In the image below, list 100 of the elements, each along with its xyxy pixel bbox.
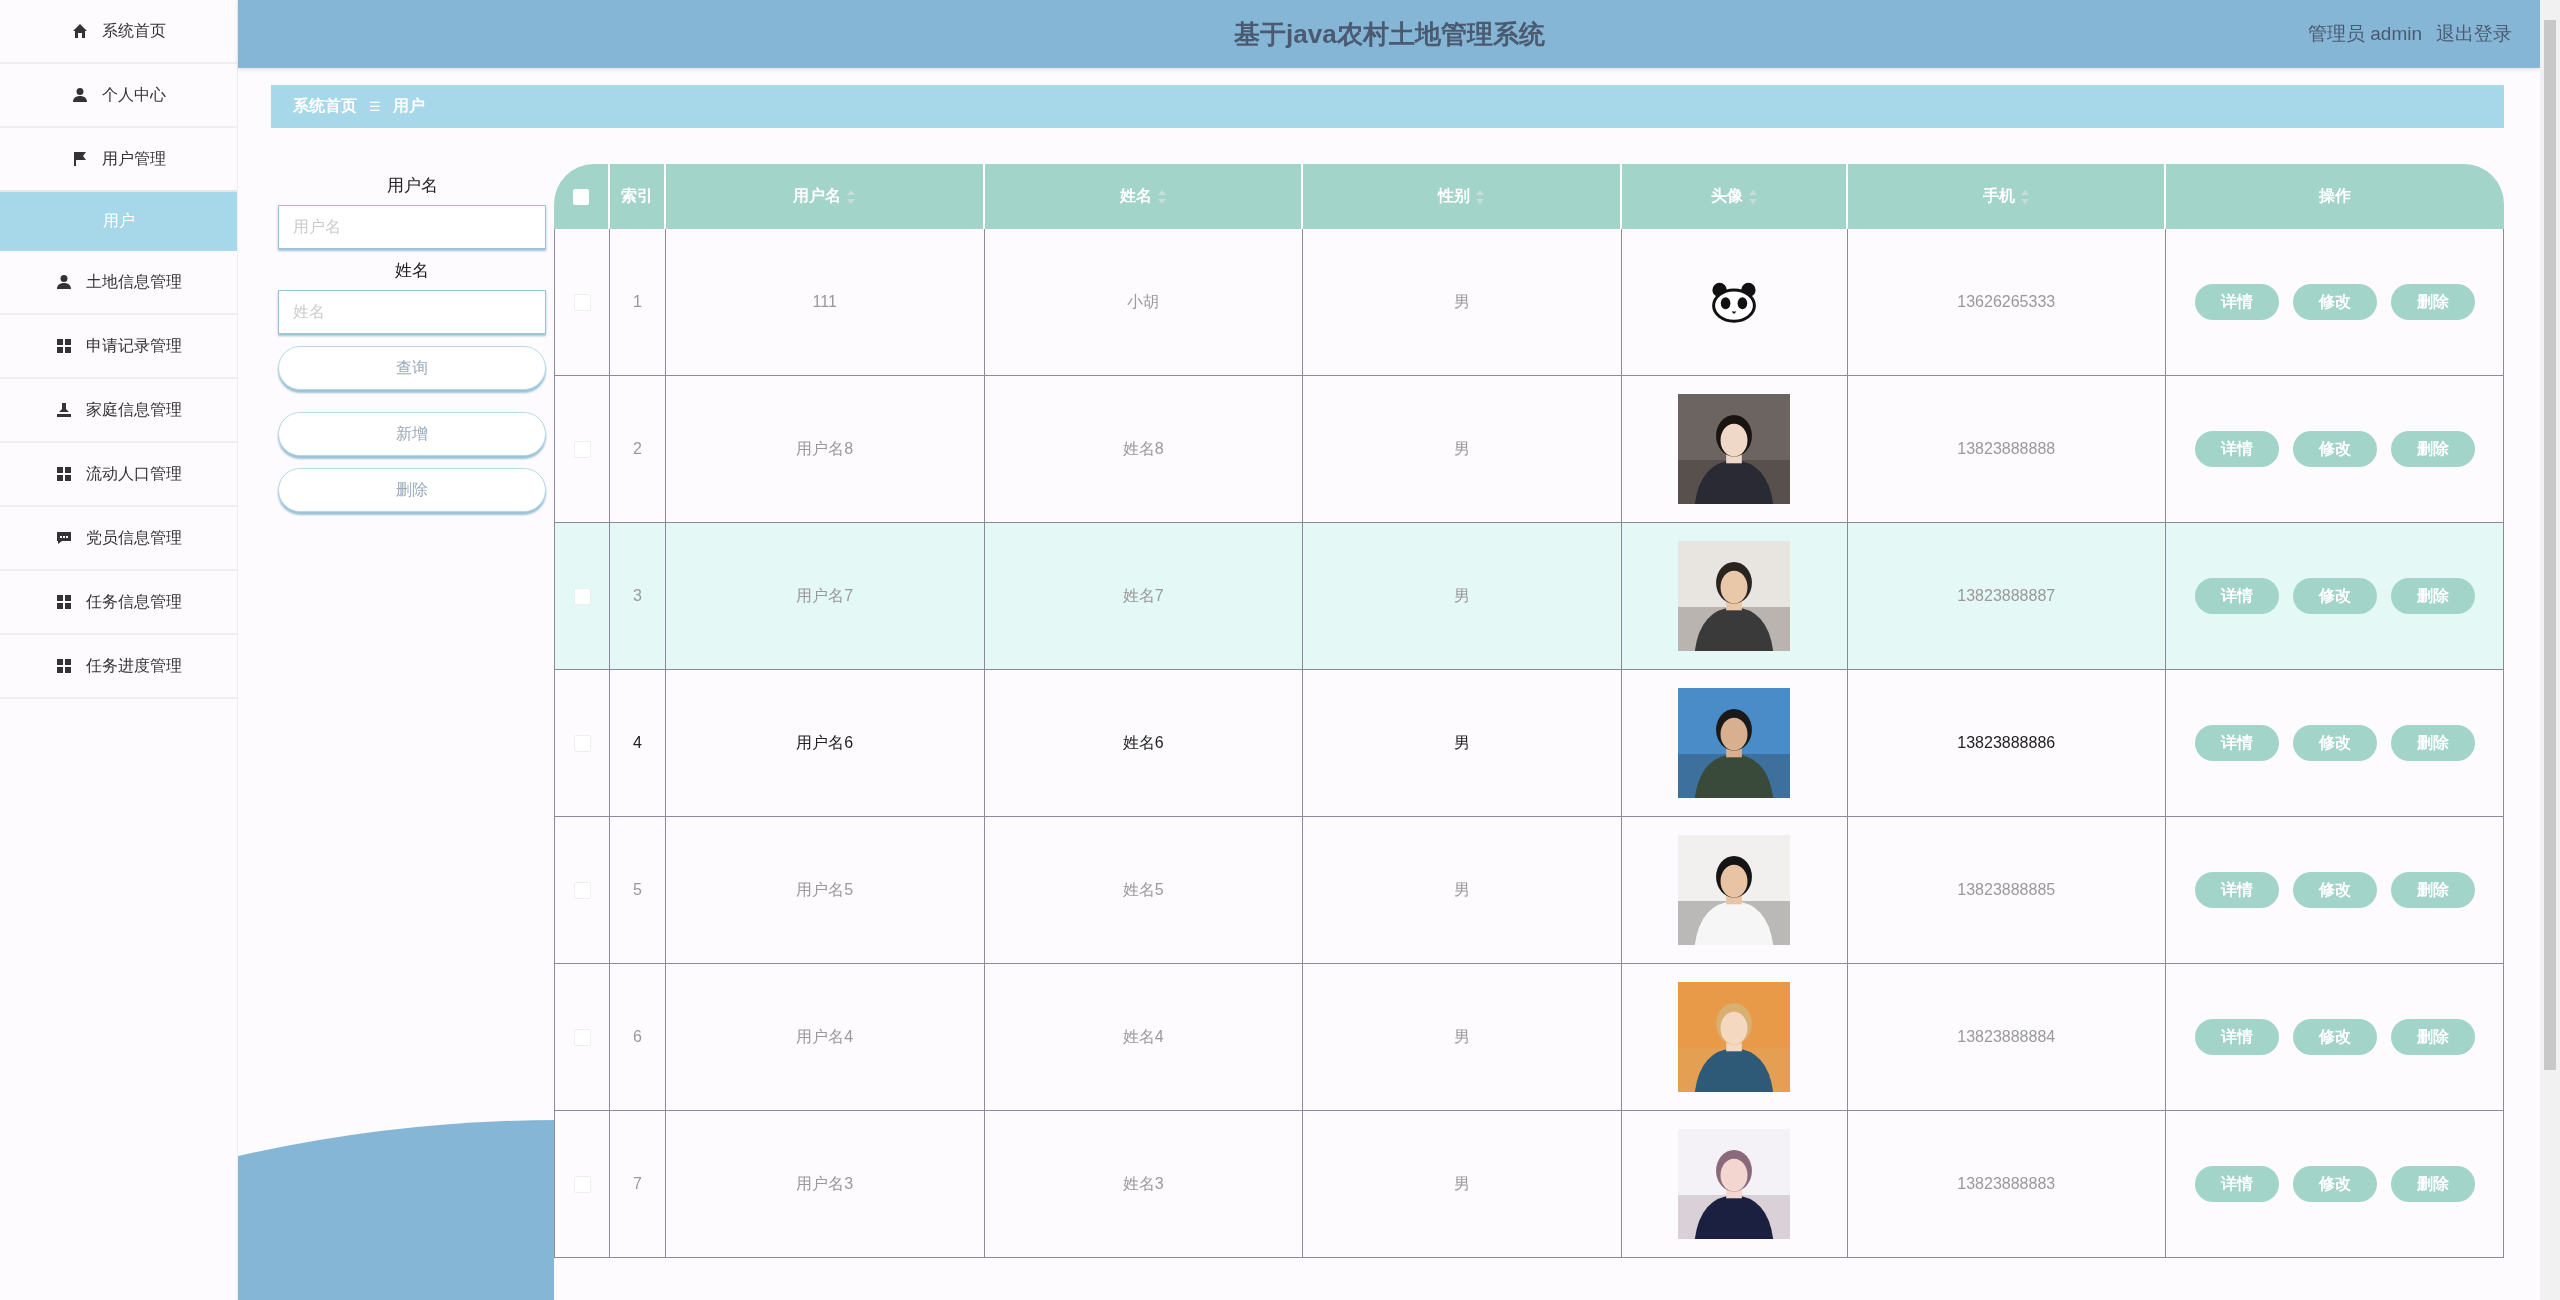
row-action-button[interactable]: 修改: [2292, 578, 2377, 614]
table-cell: 13823888885: [1957, 881, 2056, 899]
row-action-button[interactable]: 删除: [2390, 725, 2475, 761]
row-action-button[interactable]: 修改: [2292, 284, 2377, 320]
row-action-button[interactable]: 删除: [2390, 872, 2475, 908]
column-header-label: 手机: [1982, 186, 2015, 206]
table-cell-text: 姓名5: [1122, 879, 1164, 900]
person-icon: [55, 274, 72, 290]
table-cell-text: 姓名6: [1122, 732, 1164, 753]
menu-item[interactable]: 流动人口管理: [0, 443, 237, 507]
row-action-button[interactable]: 详情: [2194, 1166, 2279, 1202]
table-cell-text: 姓名4: [1122, 1026, 1164, 1047]
column-header-cell[interactable]: 性别: [1303, 164, 1622, 229]
row-action-button[interactable]: 修改: [2292, 431, 2377, 467]
scrollbar[interactable]: [2540, 0, 2560, 1300]
stamp-icon: [55, 402, 72, 418]
table-cell-text: 用户名3: [796, 1173, 854, 1194]
row-action-button[interactable]: 详情: [2194, 284, 2279, 320]
menu-item[interactable]: 个人中心: [0, 64, 237, 128]
flag-icon: [71, 151, 88, 167]
table-cell-text: 男: [1453, 291, 1470, 312]
field-label: 姓名: [394, 260, 430, 282]
breadcrumb-separator: ☰: [369, 99, 381, 114]
table-row[interactable]: 4 用户名6 姓名6 男 13823888886 详情 修改 删除: [554, 670, 2504, 817]
logout-link[interactable]: 退出登录: [2436, 21, 2512, 47]
column-header-label: 头像: [1710, 186, 1743, 206]
menu-item[interactable]: 党员信息管理: [0, 507, 237, 571]
column-header-cell[interactable]: 索引: [610, 164, 666, 229]
column-header-label: 用户名: [793, 186, 842, 206]
row-action-button[interactable]: 删除: [2390, 431, 2475, 467]
checkbox[interactable]: [573, 188, 589, 205]
column-header-cell[interactable]: 用户名: [666, 164, 985, 229]
column-header-cell[interactable]: 头像: [1621, 164, 1848, 229]
table-cell-text: 姓名8: [1122, 438, 1164, 459]
table-row[interactable]: 5 用户名5 姓名5 男 13823888885 详情 修改 删除: [554, 817, 2504, 964]
grid-icon: [55, 594, 72, 610]
sort-icon[interactable]: [2020, 189, 2029, 204]
action-button[interactable]: 删除: [278, 468, 546, 512]
row-action-button[interactable]: 详情: [2194, 578, 2279, 614]
table-cell: 13823888884: [1957, 1028, 2056, 1046]
table-cell: 13823888883: [1957, 1175, 2056, 1193]
column-header-cell[interactable]: 姓名: [984, 164, 1303, 229]
row-action-button[interactable]: 修改: [2292, 872, 2377, 908]
table-cell: 4: [633, 734, 642, 752]
table-cell-text: 男: [1453, 438, 1470, 459]
menu-item[interactable]: 家庭信息管理: [0, 379, 237, 443]
menu-item[interactable]: 土地信息管理: [0, 251, 237, 315]
sort-icon[interactable]: [1157, 189, 1166, 204]
field-label: 用户名: [385, 175, 439, 197]
menu-item[interactable]: 任务信息管理: [0, 571, 237, 635]
row-action-button[interactable]: 详情: [2194, 431, 2279, 467]
table-cell-text: 用户名6: [796, 732, 854, 753]
query-button[interactable]: 查询: [278, 346, 546, 390]
sort-icon[interactable]: [847, 189, 856, 204]
checkbox[interactable]: [573, 587, 591, 605]
column-header-label: 姓名: [1119, 186, 1152, 206]
menu-item[interactable]: 系统首页: [0, 0, 237, 64]
table-cell: 13626265333: [1957, 293, 2056, 311]
table-cell-text: 用户名5: [796, 879, 854, 900]
breadcrumb-link[interactable]: 系统首页: [293, 96, 357, 117]
row-action-button[interactable]: 修改: [2292, 1019, 2377, 1055]
row-action-button[interactable]: 详情: [2194, 1019, 2279, 1055]
breadcrumb-link[interactable]: 用户: [392, 96, 425, 117]
row-action-button[interactable]: 删除: [2390, 578, 2475, 614]
column-header-label: 索引: [621, 186, 653, 206]
app-title: 基于java农村土地管理系统: [1234, 17, 1545, 51]
row-action-button[interactable]: 删除: [2390, 1019, 2475, 1055]
row-action-button[interactable]: 删除: [2390, 284, 2475, 320]
table-cell: 3: [633, 587, 642, 605]
row-action-button[interactable]: 修改: [2292, 1166, 2377, 1202]
table-row[interactable]: 1 111 小胡 男 13626265333 详情 修改 删除: [554, 229, 2504, 376]
table-cell-text: 男: [1453, 1173, 1470, 1194]
table-cell-text: 姓名3: [1122, 1173, 1164, 1194]
action-button[interactable]: 新增: [278, 412, 546, 456]
table-row[interactable]: 3 用户名7 姓名7 男 13823888887 详情 修改 删除: [554, 523, 2504, 670]
table-cell: 7: [633, 1175, 642, 1193]
home-icon: [71, 23, 88, 39]
grid-icon: [55, 338, 72, 354]
table-row[interactable]: 6 用户名4 姓名4 男 13823888884 详情 修改 删除: [554, 964, 2504, 1111]
row-action-button[interactable]: 删除: [2390, 1166, 2475, 1202]
submenu-item[interactable]: 用户: [0, 192, 237, 251]
sort-icon[interactable]: [1748, 189, 1757, 204]
table-row[interactable]: 2 用户名8 姓名8 男 13823888888 详情 修改 删除: [554, 376, 2504, 523]
column-header-label: 操作: [2319, 186, 2351, 206]
person-icon: [71, 87, 88, 103]
chat-icon: [55, 530, 72, 546]
menu-item[interactable]: 申请记录管理: [0, 315, 237, 379]
table-cell-text: 用户名4: [796, 1026, 854, 1047]
table-row[interactable]: 7 用户名3 姓名3 男 13823888883 详情 修改 删除: [554, 1111, 2504, 1258]
table-cell: 111: [812, 293, 837, 311]
table-cell-text: 用户名7: [796, 585, 854, 606]
table-cell-text: 男: [1453, 879, 1470, 900]
column-header-cell[interactable]: 手机: [1847, 164, 2166, 229]
menu-item[interactable]: 任务进度管理: [0, 635, 237, 699]
column-header-cell[interactable]: 操作: [2166, 164, 2504, 229]
row-action-button[interactable]: 详情: [2194, 872, 2279, 908]
row-action-button[interactable]: 详情: [2194, 725, 2279, 761]
grid-icon: [55, 466, 72, 482]
sort-icon[interactable]: [1476, 189, 1485, 204]
row-action-button[interactable]: 修改: [2292, 725, 2377, 761]
